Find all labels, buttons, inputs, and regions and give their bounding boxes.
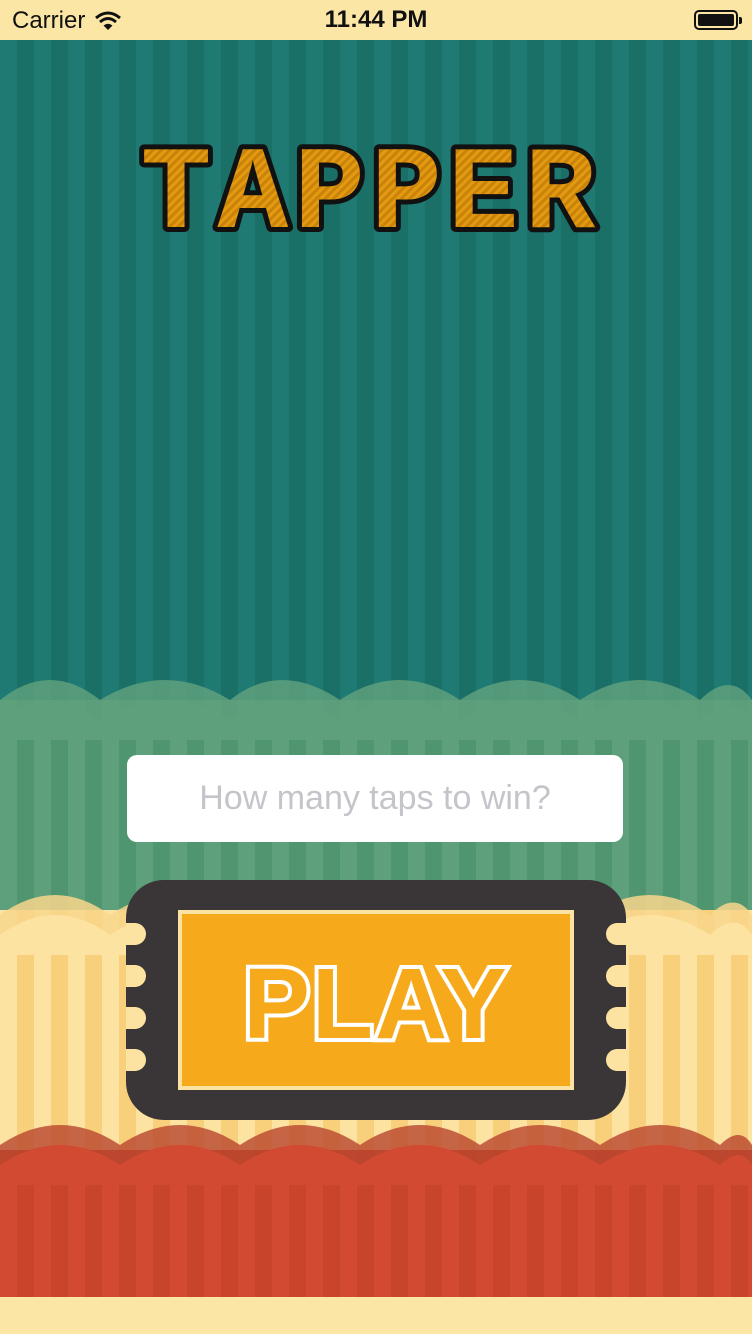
play-button[interactable]: PLAY bbox=[126, 880, 626, 1120]
play-label: PLAY bbox=[243, 948, 509, 1060]
background-bottom-strip bbox=[0, 1297, 752, 1334]
status-bar: Carrier 11:44 PM bbox=[0, 0, 752, 40]
tapper-logo: TAPPER bbox=[136, 127, 602, 247]
battery-icon bbox=[694, 10, 742, 30]
logo-text: TAPPER bbox=[141, 130, 602, 247]
taps-to-win-input[interactable] bbox=[127, 755, 623, 842]
teal-scallop-edge bbox=[0, 680, 752, 740]
status-time: 11:44 PM bbox=[324, 6, 428, 33]
